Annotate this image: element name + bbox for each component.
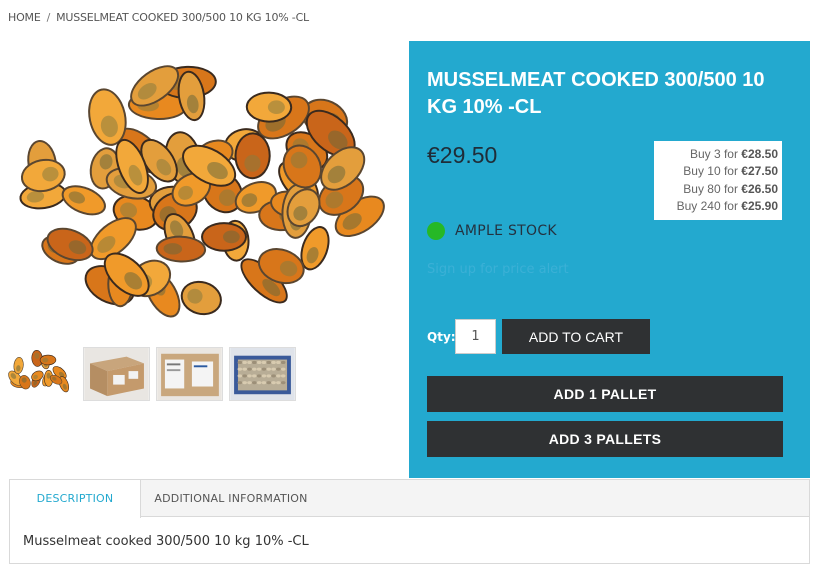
tab-description[interactable]: DESCRIPTION xyxy=(10,480,141,518)
stock-indicator-icon xyxy=(427,222,445,240)
tier-pricing-box: Buy 3 for €28.50 Buy 10 for €27.50 Buy 8… xyxy=(654,141,782,220)
tier-price-row: Buy 80 for €26.50 xyxy=(683,181,778,196)
breadcrumb-separator: / xyxy=(46,11,51,24)
breadcrumb-home-link[interactable]: HOME xyxy=(8,11,41,24)
thumbnail-frozen-block[interactable] xyxy=(229,347,296,401)
breadcrumb-current: MUSSELMEAT COOKED 300/500 10 KG 10% -CL xyxy=(56,11,309,24)
quantity-label: Qty: xyxy=(427,330,456,344)
stock-status: AMPLE STOCK xyxy=(427,222,557,240)
breadcrumb: HOME / MUSSELMEAT COOKED 300/500 10 KG 10%… xyxy=(8,11,309,24)
product-price: €29.50 xyxy=(427,142,498,168)
buy-panel: MUSSELMEAT COOKED 300/500 10 KG 10% -CL … xyxy=(409,41,810,478)
product-tabs: DESCRIPTION ADDITIONAL INFORMATION Musse… xyxy=(9,479,810,564)
thumbnail-carton-box[interactable] xyxy=(83,347,150,401)
product-main-image[interactable] xyxy=(8,44,390,324)
add-to-cart-button[interactable]: ADD TO CART xyxy=(502,319,650,354)
thumbnail-mussels[interactable] xyxy=(8,347,75,401)
tab-additional-information[interactable]: ADDITIONAL INFORMATION xyxy=(141,480,321,517)
tab-bar: DESCRIPTION ADDITIONAL INFORMATION xyxy=(10,480,809,518)
stock-status-label: AMPLE STOCK xyxy=(455,223,557,239)
product-title: MUSSELMEAT COOKED 300/500 10 KG 10% -CL xyxy=(427,69,765,118)
quantity-input[interactable] xyxy=(455,319,496,354)
description-text: Musselmeat cooked 300/500 10 kg 10% -CL xyxy=(23,534,309,549)
add-3-pallets-button[interactable]: ADD 3 PALLETS xyxy=(427,421,783,457)
price-alert-link[interactable]: Sign up for price alert xyxy=(427,262,569,277)
thumbnail-carton-label[interactable] xyxy=(156,347,223,401)
tier-price-row: Buy 10 for €27.50 xyxy=(683,164,778,179)
tier-price-row: Buy 240 for €25.90 xyxy=(676,199,778,214)
add-1-pallet-button[interactable]: ADD 1 PALLET xyxy=(427,376,783,412)
tier-price-row: Buy 3 for €28.50 xyxy=(689,147,778,161)
